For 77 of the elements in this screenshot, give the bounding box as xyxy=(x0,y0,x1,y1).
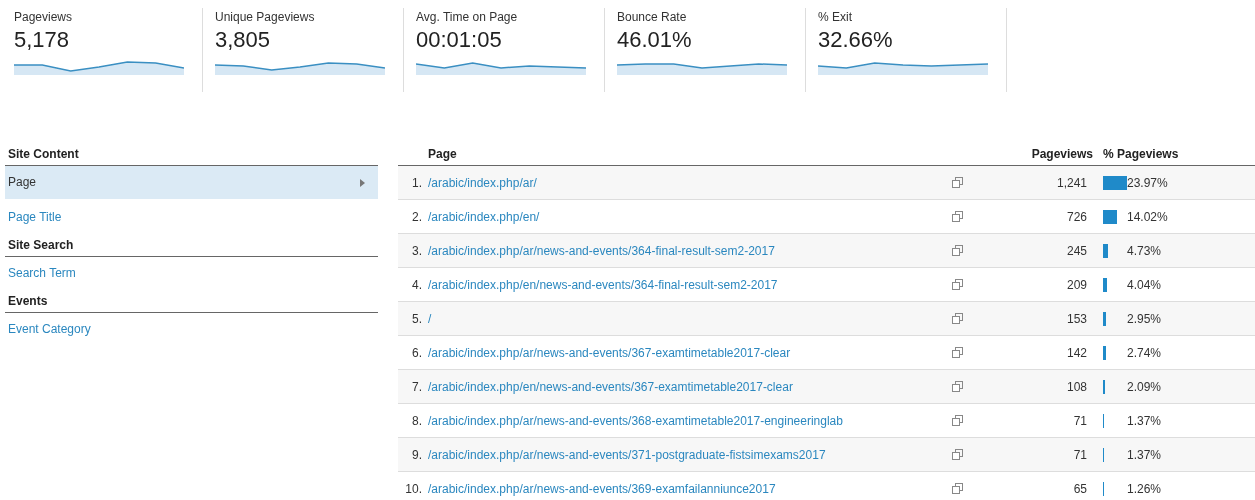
page-link[interactable]: /arabic/index.php/ar/news-and-events/367-examtimetable2017-clear xyxy=(428,345,952,360)
sidebar-item[interactable]: Page Title xyxy=(5,201,378,234)
pageviews-value: 71 xyxy=(1072,413,1087,428)
metric-value: 3,805 xyxy=(215,27,272,53)
sidebar-item[interactable]: Search Term xyxy=(5,257,378,290)
percent-value: 2.74% xyxy=(1127,345,1162,360)
row-number: 8. xyxy=(411,413,423,428)
percent-bar xyxy=(1103,311,1106,326)
column-header: Pageviews xyxy=(1030,147,1093,161)
percent-bar xyxy=(1103,209,1117,224)
percent-value: 1.26% xyxy=(1127,481,1162,496)
pageviews-value: 65 xyxy=(1072,481,1087,496)
percent-bar xyxy=(1103,243,1108,258)
page-link[interactable]: /arabic/index.php/ar/news-and-events/368-examtimetable2017-engineeringlab xyxy=(428,413,952,428)
open-in-new-icon[interactable] xyxy=(952,381,963,392)
open-in-new-icon[interactable] xyxy=(952,415,963,426)
page-link[interactable]: /arabic/index.php/en/news-and-events/364-final-result-sem2-2017 xyxy=(428,277,952,292)
percent-value: 1.37% xyxy=(1127,447,1162,462)
caret-icon xyxy=(360,178,365,187)
percent-value: 23.97% xyxy=(1127,175,1168,190)
page-link[interactable]: /arabic/index.php/en/news-and-events/367-examtimetable2017-clear xyxy=(428,379,952,394)
metric-label: Unique Pageviews xyxy=(215,10,316,24)
percent-bar xyxy=(1103,175,1127,190)
percent-value: 4.73% xyxy=(1127,243,1162,258)
page-link[interactable]: /arabic/index.php/ar/news-and-events/371-postgraduate-fistsimexams2017 xyxy=(428,447,952,462)
open-in-new-icon[interactable] xyxy=(952,279,963,290)
metric-value: 5,178 xyxy=(14,27,71,53)
page-link[interactable]: /arabic/index.php/ar/news-and-events/369-examfailanniunce2017 xyxy=(428,481,952,496)
pageviews-value: 209 xyxy=(1065,277,1087,292)
page-link[interactable]: /arabic/index.php/ar/news-and-events/364-final-result-sem2-2017 xyxy=(428,243,952,258)
column-header: % Pageviews xyxy=(1103,147,1179,161)
column-header: Page xyxy=(428,147,458,161)
percent-value: 1.37% xyxy=(1127,413,1162,428)
percent-bar xyxy=(1103,379,1106,394)
page-link[interactable]: /arabic/index.php/ar/ xyxy=(428,175,952,190)
pageviews-value: 245 xyxy=(1065,243,1087,258)
open-in-new-icon[interactable] xyxy=(952,245,963,256)
pageviews-value: 726 xyxy=(1065,209,1087,224)
percent-value: 2.09% xyxy=(1127,379,1162,394)
row-number: 1. xyxy=(411,175,423,190)
row-number: 6. xyxy=(411,345,423,360)
pageviews-value: 142 xyxy=(1065,345,1087,360)
percent-value: 2.95% xyxy=(1127,311,1162,326)
page-link[interactable]: /arabic/index.php/en/ xyxy=(428,209,952,224)
row-number: 3. xyxy=(411,243,423,258)
row-number: 10. xyxy=(404,481,423,496)
metric-label: Pageviews xyxy=(14,10,74,24)
open-in-new-icon[interactable] xyxy=(952,211,963,222)
percent-value: 14.02% xyxy=(1127,209,1168,224)
row-number: 5. xyxy=(411,311,423,326)
section-heading: Events xyxy=(5,292,378,313)
percent-value: 4.04% xyxy=(1127,277,1162,292)
metric-label: Avg. Time on Page xyxy=(416,10,519,24)
row-number: 9. xyxy=(411,447,423,462)
page-link[interactable]: / xyxy=(428,311,952,326)
pageviews-value: 71 xyxy=(1072,447,1087,462)
percent-bar xyxy=(1103,277,1108,292)
section-heading: Site Search xyxy=(5,236,378,257)
open-in-new-icon[interactable] xyxy=(952,347,963,358)
pageviews-value: 108 xyxy=(1065,379,1087,394)
metric-value: 46.01% xyxy=(617,27,693,53)
sidebar-item[interactable]: Page xyxy=(5,166,378,199)
metric-value: 32.66% xyxy=(818,27,894,53)
row-number: 2. xyxy=(411,209,423,224)
metric-value: 00:01:05 xyxy=(416,27,503,53)
sidebar-item[interactable]: Event Category xyxy=(5,313,378,346)
percent-bar xyxy=(1103,345,1106,360)
row-number: 7. xyxy=(411,379,423,394)
open-in-new-icon[interactable] xyxy=(952,177,963,188)
pageviews-value: 1,241 xyxy=(1055,175,1087,190)
open-in-new-icon[interactable] xyxy=(952,483,963,494)
pageviews-value: 153 xyxy=(1065,311,1087,326)
metric-label: Bounce Rate xyxy=(617,10,688,24)
open-in-new-icon[interactable] xyxy=(952,313,963,324)
open-in-new-icon[interactable] xyxy=(952,449,963,460)
row-number: 4. xyxy=(411,277,423,292)
metric-label: % Exit xyxy=(818,10,853,24)
